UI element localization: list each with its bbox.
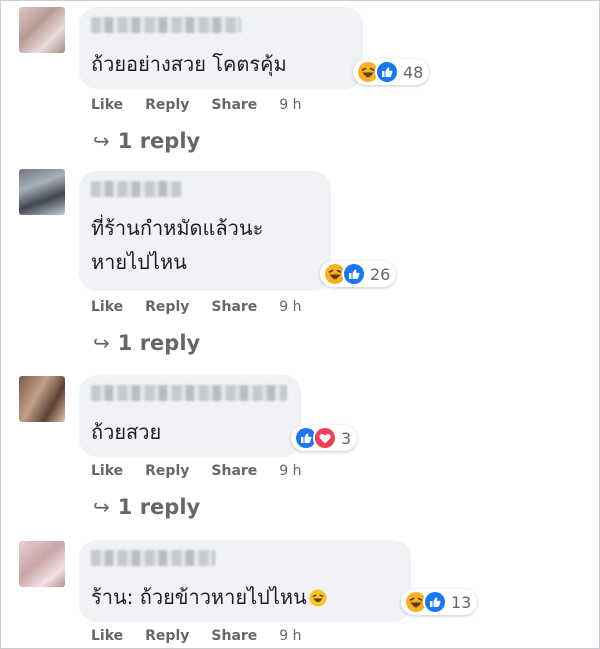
like-button[interactable]: Like xyxy=(91,299,123,315)
comment-bubble: ถ้วยสวย xyxy=(79,375,301,457)
timestamp[interactable]: 9 h xyxy=(279,299,301,315)
view-replies-link[interactable]: ↪ 1 reply xyxy=(93,129,200,153)
view-replies-link[interactable]: ↪ 1 reply xyxy=(93,331,200,355)
timestamp[interactable]: 9 h xyxy=(279,97,301,113)
share-button[interactable]: Share xyxy=(211,628,257,644)
comment-text-line: ร้าน: ถ้วยข้าวหายไปไหน xyxy=(91,585,307,609)
replies-count-label: 1 reply xyxy=(117,129,201,153)
comment-text-line: ที่ร้านกำหมัดแล้วนะ xyxy=(91,216,264,240)
reply-button[interactable]: Reply xyxy=(145,299,189,315)
comment-bubble: ที่ร้านกำหมัดแล้วนะ หายไปไหน xyxy=(79,171,331,291)
comment-text-line: หายไปไหน xyxy=(91,250,187,274)
comment-actions: Like Reply Share 9 h xyxy=(91,628,302,644)
comment-text: ร้าน: ถ้วยข้าวหายไปไหน xyxy=(91,580,327,614)
comment-text-line: ถ้วยอย่างสวย โคตรคุ้ม xyxy=(91,52,287,76)
comment-text: ที่ร้านกำหมัดแล้วนะ หายไปไหน xyxy=(91,211,263,279)
share-button[interactable]: Share xyxy=(211,299,257,315)
view-replies-link[interactable]: ↪ 1 reply xyxy=(93,495,200,519)
avatar[interactable] xyxy=(19,541,65,587)
reply-arrow-icon: ↪ xyxy=(93,129,110,153)
comment-bubble: ถ้วยอย่างสวย โคตรคุ้ม xyxy=(79,7,363,89)
reply-arrow-icon: ↪ xyxy=(93,495,110,519)
replies-count-label: 1 reply xyxy=(117,495,201,519)
reaction-summary[interactable]: 3 xyxy=(291,425,358,451)
comment-actions: Like Reply Share 9 h xyxy=(91,97,302,113)
author-name-blurred[interactable] xyxy=(91,181,181,197)
reply-button[interactable]: Reply xyxy=(145,97,189,113)
like-button[interactable]: Like xyxy=(91,628,123,644)
comment-actions: Like Reply Share 9 h xyxy=(91,299,302,315)
love-icon xyxy=(313,426,337,450)
author-name-blurred[interactable] xyxy=(91,17,241,33)
laughing-emoji-icon xyxy=(309,583,327,607)
comment-actions: Like Reply Share 9 h xyxy=(91,463,302,479)
reaction-count: 26 xyxy=(370,264,391,284)
comment-bubble: ร้าน: ถ้วยข้าวหายไปไหน xyxy=(79,540,411,622)
reaction-summary[interactable]: 13 xyxy=(401,589,478,615)
like-icon xyxy=(342,262,366,286)
reaction-count: 3 xyxy=(341,428,352,448)
avatar[interactable] xyxy=(19,376,65,422)
author-name-blurred[interactable] xyxy=(91,550,215,566)
reply-button[interactable]: Reply xyxy=(145,463,189,479)
reaction-count: 48 xyxy=(403,62,424,82)
replies-count-label: 1 reply xyxy=(117,331,201,355)
reaction-summary[interactable]: 26 xyxy=(320,261,397,287)
like-icon xyxy=(423,590,447,614)
timestamp[interactable]: 9 h xyxy=(279,628,301,644)
comments-panel: ถ้วยอย่างสวย โคตรคุ้ม 48 Like Reply Shar… xyxy=(0,0,600,649)
reply-button[interactable]: Reply xyxy=(145,628,189,644)
comment-text: ถ้วยสวย xyxy=(91,415,161,449)
share-button[interactable]: Share xyxy=(211,97,257,113)
like-button[interactable]: Like xyxy=(91,97,123,113)
like-icon xyxy=(375,60,399,84)
avatar[interactable] xyxy=(19,169,65,215)
reply-arrow-icon: ↪ xyxy=(93,331,110,355)
author-name-blurred[interactable] xyxy=(91,385,287,401)
comment-text: ถ้วยอย่างสวย โคตรคุ้ม xyxy=(91,47,287,81)
avatar[interactable] xyxy=(19,7,65,53)
share-button[interactable]: Share xyxy=(211,463,257,479)
reaction-count: 13 xyxy=(451,592,472,612)
reaction-summary[interactable]: 48 xyxy=(353,59,430,85)
comment-text-line: ถ้วยสวย xyxy=(91,420,162,444)
like-button[interactable]: Like xyxy=(91,463,123,479)
timestamp[interactable]: 9 h xyxy=(279,463,301,479)
